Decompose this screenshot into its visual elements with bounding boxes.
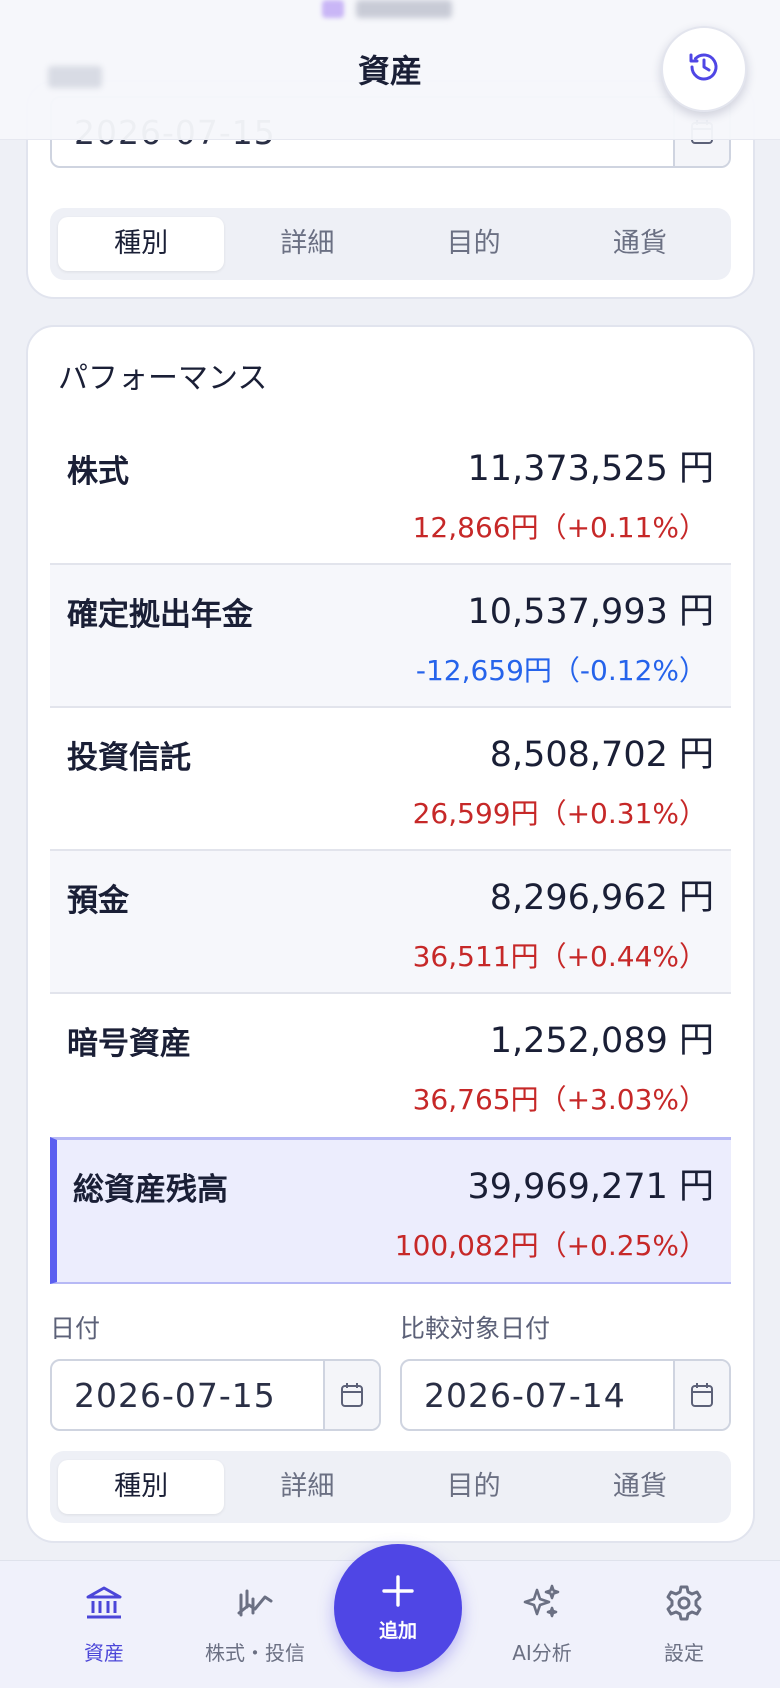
- tab-label: 設定: [664, 1641, 704, 1665]
- calendar-icon[interactable]: [673, 1361, 729, 1429]
- asset-amount: 8,508,702 円: [489, 735, 714, 775]
- segment-currency[interactable]: 通貨: [557, 217, 723, 271]
- performance-title: パフォーマンス: [58, 361, 268, 396]
- tab-stocks[interactable]: 株式・投信: [185, 1561, 325, 1688]
- table-row[interactable]: 確定拠出年金 10,537,993 円 -12,659円（-0.12%）: [50, 565, 731, 708]
- total-amount: 39,969,271 円: [467, 1167, 714, 1207]
- date-field[interactable]: 2026-07-15: [50, 1359, 381, 1431]
- asset-name: 株式: [67, 454, 129, 490]
- asset-amount: 8,296,962 円: [489, 878, 714, 918]
- category-segment: 種別 詳細 目的 通貨: [50, 208, 731, 280]
- add-button-label: 追加: [378, 1619, 417, 1642]
- compare-date-field[interactable]: 2026-07-14: [400, 1359, 731, 1431]
- blurred-content: [322, 0, 344, 18]
- table-row[interactable]: 株式 11,373,525 円 12,866円（+0.11%）: [50, 422, 731, 565]
- add-button[interactable]: 追加: [334, 1544, 462, 1672]
- category-segment: 種別 詳細 目的 通貨: [50, 1451, 731, 1523]
- table-row[interactable]: 預金 8,296,962 円 36,511円（+0.44%）: [50, 851, 731, 994]
- asset-name: 投資信託: [67, 740, 191, 776]
- sparkles-icon: [521, 1581, 563, 1625]
- tab-label: 資産: [84, 1641, 124, 1665]
- gear-icon: [664, 1581, 704, 1625]
- segment-type[interactable]: 種別: [58, 217, 225, 271]
- segment-detail[interactable]: 詳細: [224, 217, 390, 271]
- compare-date-label: 比較対象日付: [400, 1314, 551, 1343]
- history-icon: [687, 50, 721, 88]
- asset-change: 36,511円（+0.44%）: [412, 940, 707, 973]
- asset-name: 暗号資産: [67, 1026, 191, 1062]
- blurred-content: [356, 0, 452, 18]
- asset-change: 26,599円（+0.31%）: [412, 797, 707, 830]
- app-header: 資産: [0, 0, 780, 140]
- plus-icon: [381, 1574, 415, 1612]
- tab-assets[interactable]: 資産: [34, 1561, 174, 1688]
- asset-name: 預金: [67, 883, 129, 919]
- table-row[interactable]: 投資信託 8,508,702 円 26,599円（+0.31%）: [50, 708, 731, 851]
- tab-label: AI分析: [512, 1641, 572, 1665]
- date-value: 2026-07-15: [74, 1375, 276, 1415]
- total-row[interactable]: 総資産残高 39,969,271 円 100,082円（+0.25%）: [50, 1137, 731, 1284]
- calendar-icon[interactable]: [323, 1361, 379, 1429]
- asset-change: 36,765円（+3.03%）: [412, 1083, 707, 1116]
- tab-settings[interactable]: 設定: [614, 1561, 754, 1688]
- asset-change: 12,866円（+0.11%）: [412, 511, 707, 544]
- asset-amount: 10,537,993 円: [467, 592, 714, 632]
- total-name: 総資産残高: [73, 1172, 228, 1208]
- history-button[interactable]: [661, 26, 747, 112]
- asset-amount: 1,252,089 円: [489, 1021, 714, 1061]
- asset-change: -12,659円（-0.12%）: [415, 654, 707, 687]
- asset-amount: 11,373,525 円: [467, 449, 714, 489]
- tab-ai-analysis[interactable]: AI分析: [472, 1561, 612, 1688]
- segment-purpose[interactable]: 目的: [391, 1460, 557, 1514]
- chart-icon: [235, 1581, 275, 1625]
- segment-detail[interactable]: 詳細: [224, 1460, 390, 1514]
- tab-label: 株式・投信: [205, 1641, 305, 1665]
- performance-card: パフォーマンス 株式 11,373,525 円 12,866円（+0.11%） …: [26, 325, 755, 1543]
- segment-currency[interactable]: 通貨: [557, 1460, 723, 1514]
- asset-name: 確定拠出年金: [67, 597, 253, 633]
- total-change: 100,082円（+0.25%）: [394, 1229, 707, 1262]
- segment-type[interactable]: 種別: [58, 1460, 225, 1514]
- segment-purpose[interactable]: 目的: [391, 217, 557, 271]
- compare-date-value: 2026-07-14: [424, 1375, 626, 1415]
- bank-icon: [84, 1581, 124, 1625]
- date-label: 日付: [50, 1314, 101, 1343]
- table-row[interactable]: 暗号資産 1,252,089 円 36,765円（+3.03%）: [50, 994, 731, 1137]
